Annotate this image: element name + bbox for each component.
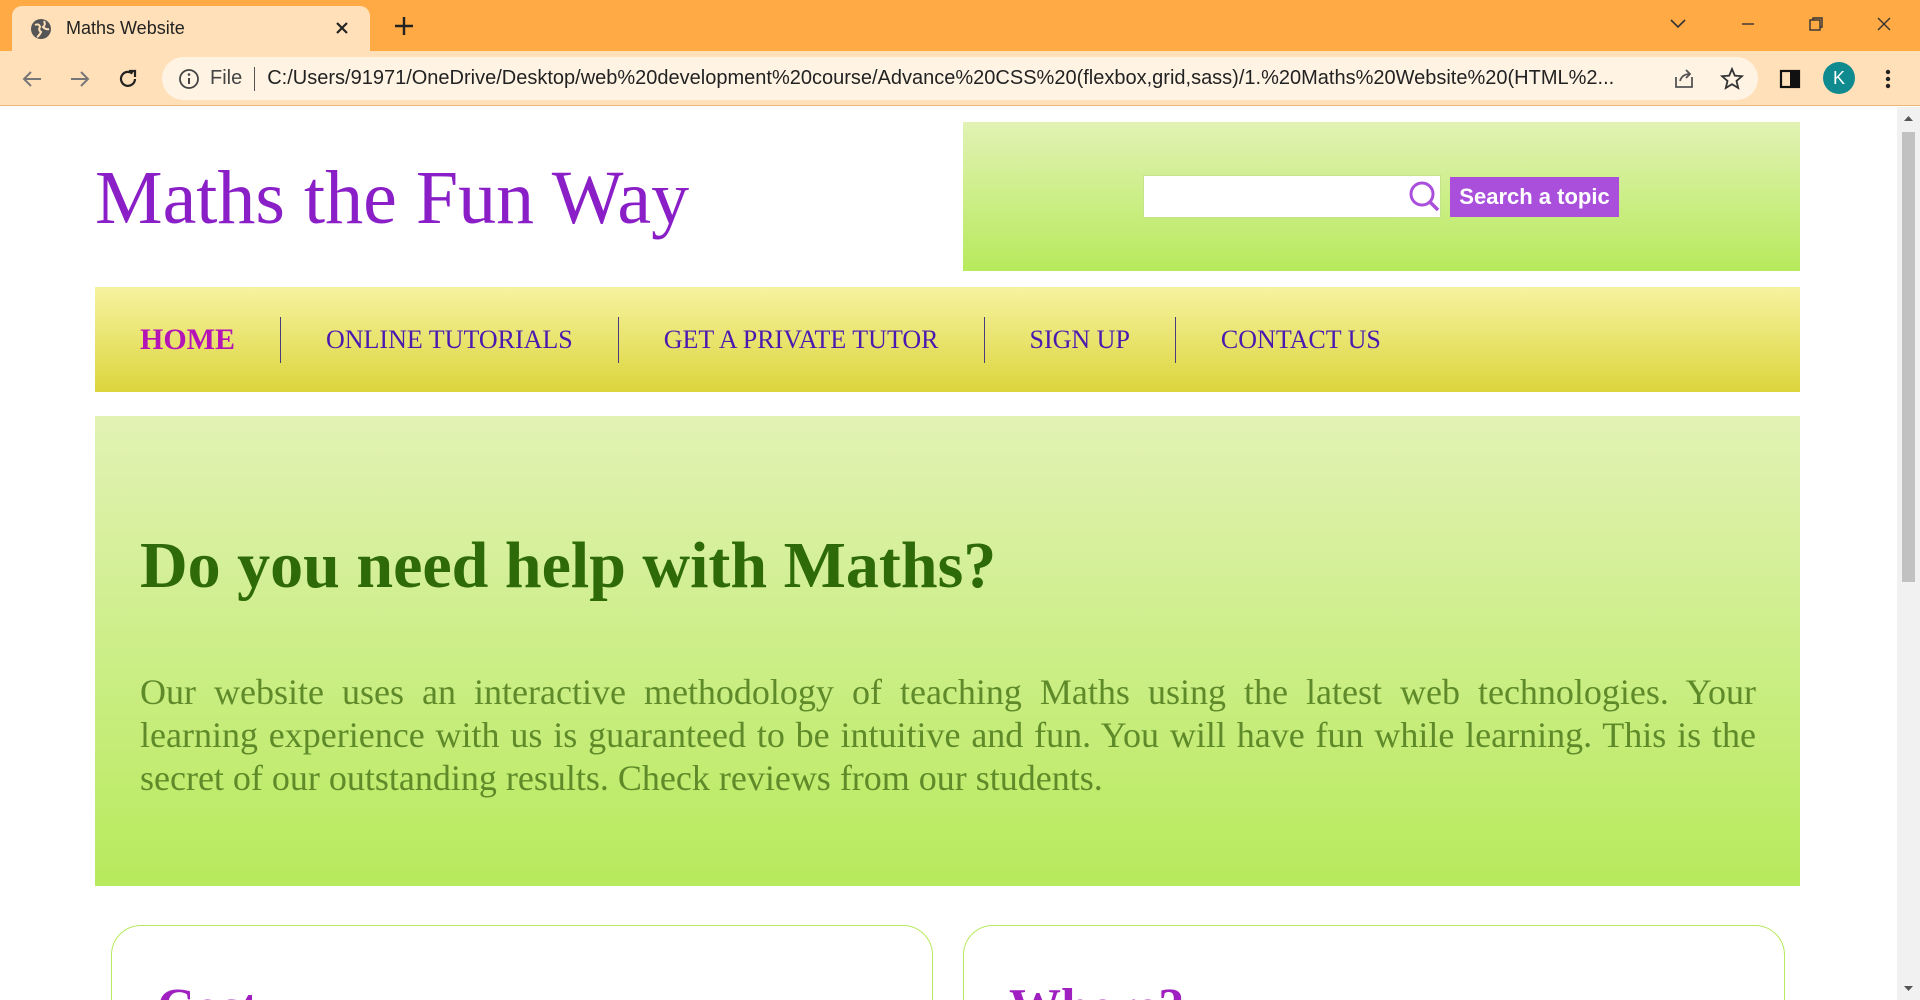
site-title: Maths the Fun Way <box>95 156 690 240</box>
url-text[interactable]: C:/Users/91971/OneDrive/Desktop/web%20de… <box>267 67 1697 90</box>
nav-item-home[interactable]: HOME <box>95 316 281 363</box>
address-separator <box>254 66 256 91</box>
minimize-icon[interactable] <box>1730 8 1766 40</box>
search-input[interactable] <box>1143 175 1441 218</box>
scroll-down-icon[interactable] <box>1903 983 1914 994</box>
card-title: Cost <box>157 978 258 1000</box>
card-title: Where? <box>1009 978 1184 1000</box>
nav-item-contact-us[interactable]: CONTACT US <box>1176 317 1426 363</box>
page-viewport: Maths the Fun Way Search a topic HOME ON… <box>0 107 1897 1000</box>
browser-toolbar: File C:/Users/91971/OneDrive/Desktop/web… <box>0 51 1920 106</box>
nav-item-sign-up[interactable]: SIGN UP <box>985 316 1176 363</box>
where-card: Where? <box>963 925 1785 1000</box>
browser-tab-bar: Maths Website <box>0 0 1920 51</box>
restore-icon[interactable] <box>1798 8 1834 40</box>
hero-heading: Do you need help with Maths? <box>140 529 997 602</box>
tab-title: Maths Website <box>66 18 185 38</box>
nav-item-private-tutor[interactable]: GET A PRIVATE TUTOR <box>619 316 985 363</box>
window-close-icon[interactable] <box>1866 8 1902 40</box>
search-icon <box>1409 181 1440 212</box>
tab-search-icon[interactable] <box>1660 8 1696 40</box>
reload-icon[interactable] <box>114 65 142 93</box>
address-bar[interactable]: File C:/Users/91971/OneDrive/Desktop/web… <box>162 57 1758 100</box>
search-panel: Search a topic <box>963 122 1800 271</box>
side-panel-icon[interactable] <box>1776 65 1804 93</box>
menu-icon[interactable] <box>1874 65 1902 93</box>
search-topic-button[interactable]: Search a topic <box>1450 177 1619 217</box>
scrollbar-thumb[interactable] <box>1902 132 1915 582</box>
globe-icon <box>31 18 51 39</box>
address-scheme-label: File <box>210 67 243 89</box>
back-icon[interactable] <box>18 65 46 93</box>
hero-text: Our website uses an interactive methodol… <box>140 672 1756 798</box>
star-icon[interactable] <box>1720 67 1744 91</box>
info-icon[interactable] <box>178 68 200 90</box>
nav-item-online-tutorials[interactable]: ONLINE TUTORIALS <box>281 316 619 363</box>
browser-tab[interactable]: Maths Website <box>12 6 370 51</box>
profile-avatar[interactable]: K <box>1823 62 1855 94</box>
main-nav: HOME ONLINE TUTORIALS GET A PRIVATE TUTO… <box>95 287 1800 392</box>
forward-icon[interactable] <box>66 65 94 93</box>
scroll-up-icon[interactable] <box>1903 113 1914 124</box>
hero-section: Do you need help with Maths? Our website… <box>95 416 1800 886</box>
share-icon[interactable] <box>1672 67 1696 91</box>
page-scrollbar[interactable] <box>1897 107 1920 1000</box>
close-icon[interactable] <box>330 16 354 40</box>
cost-card: Cost <box>111 925 933 1000</box>
new-tab-icon[interactable] <box>390 12 418 40</box>
